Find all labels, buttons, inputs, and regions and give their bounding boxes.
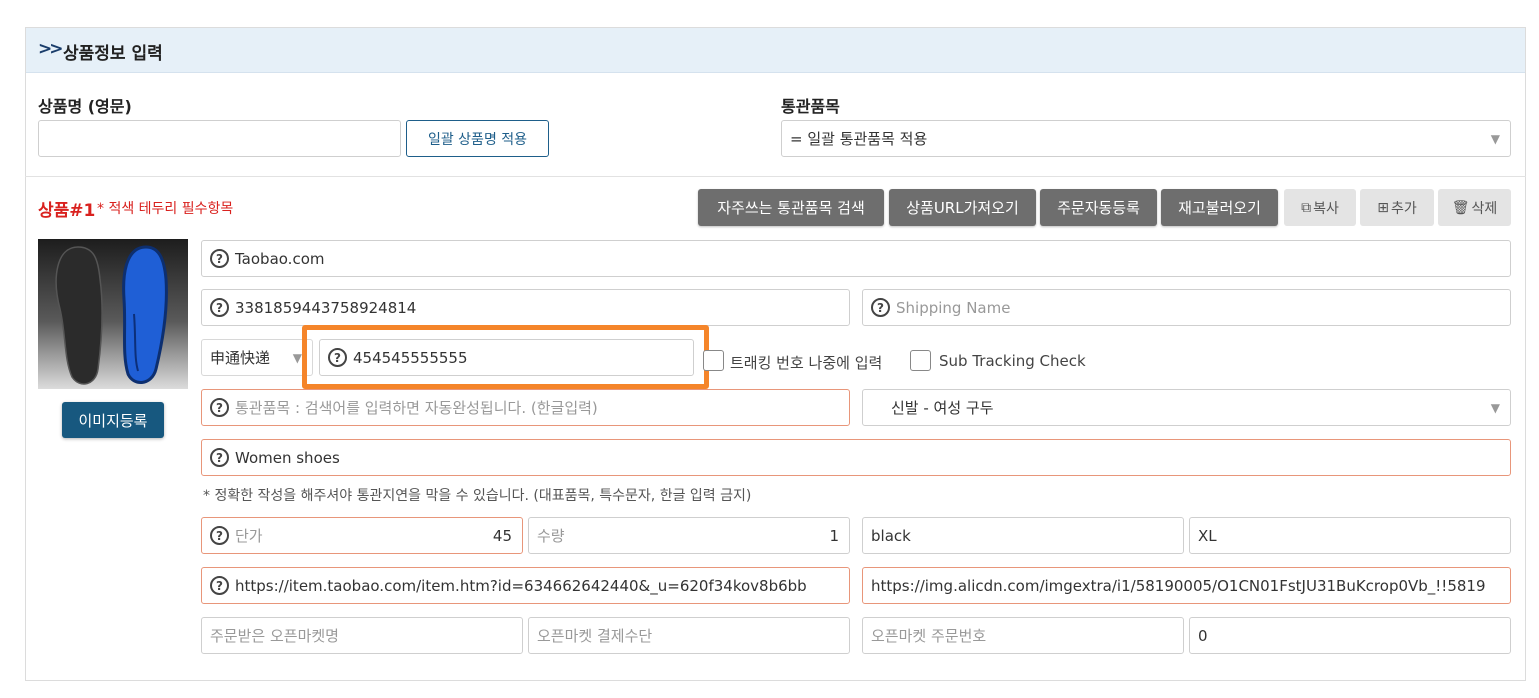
insole-image (55, 245, 168, 385)
courier-select[interactable]: 申通快递 ▼ (201, 339, 313, 376)
color-input[interactable]: black (862, 517, 1184, 554)
help-icon: ? (210, 398, 229, 417)
tracking-highlight-box (302, 325, 709, 389)
warning-note: * 정확한 작성을 해주셔야 통관지연을 막을 수 있습니다. (대표품목, 특… (203, 488, 752, 504)
customs-bulk-select-value: = 일괄 통관품목 적용 (790, 130, 928, 148)
panel-title: 상품정보 입력 (63, 44, 163, 64)
required-note: * 적색 테두리 필수항목 (97, 201, 234, 217)
search-customs-button[interactable]: 자주쓰는 통관품목 검색 (698, 189, 884, 226)
sub-tracking-label: Sub Tracking Check (939, 352, 1086, 370)
copy-icon: ⧉ (1301, 199, 1312, 216)
delete-label: 삭제 (1471, 200, 1498, 217)
order-number-input[interactable]: ? 3381859443758924814 (201, 289, 850, 326)
size-input[interactable]: XL (1189, 517, 1511, 554)
help-icon: ? (210, 249, 229, 268)
english-name-input[interactable]: ? Women shoes (201, 439, 1511, 476)
product-name-input[interactable] (38, 120, 401, 157)
product-name-label: 상품명 (영문) (38, 97, 132, 116)
help-icon: ? (210, 526, 229, 545)
tracking-later-checkbox[interactable] (703, 350, 724, 371)
sub-tracking-checkbox[interactable] (910, 350, 931, 371)
customs-label: 통관품목 (781, 97, 840, 116)
open-market-order-placeholder: 오픈마켓 주문번호 (871, 627, 987, 645)
image-register-button[interactable]: 이미지등록 (62, 402, 164, 438)
order-number-value: 3381859443758924814 (235, 298, 417, 317)
reload-stock-button[interactable]: 재고불러오기 (1161, 189, 1278, 226)
quantity-value: 1 (829, 527, 839, 545)
open-market-payment-input[interactable]: 오픈마켓 결제수단 (528, 617, 850, 654)
extra-value-input[interactable]: 0 (1189, 617, 1511, 654)
site-input[interactable]: ? Taobao.com (201, 240, 1511, 277)
customs-category-value: 신발 - 여성 구두 (891, 399, 994, 417)
add-button[interactable]: ⊞ 추가 (1360, 189, 1434, 226)
customs-category-select[interactable]: 신발 - 여성 구두 ▼ (862, 389, 1511, 426)
fetch-url-button[interactable]: 상품URL가져오기 (889, 189, 1036, 226)
trash-icon: 🗑 (1451, 199, 1470, 216)
panel-header: >> 상품정보 입력 (26, 28, 1525, 73)
english-name-value: Women shoes (235, 448, 340, 467)
plus-square-icon: ⊞ (1377, 199, 1389, 216)
shipping-name-input[interactable]: ? Shipping Name (862, 289, 1511, 326)
quantity-input[interactable]: 수량 1 (528, 517, 850, 554)
courier-value: 申通快递 (210, 349, 271, 367)
shipping-name-placeholder: Shipping Name (896, 298, 1011, 317)
customs-item-placeholder: 통관품목 : 검색어를 입력하면 자동완성됩니다. (한글입력) (235, 399, 598, 417)
open-market-name-input[interactable]: 주문받은 오픈마켓명 (201, 617, 523, 654)
unit-price-label: 단가 (235, 527, 263, 545)
customs-item-input[interactable]: ? 통관품목 : 검색어를 입력하면 자동완성됩니다. (한글입력) (201, 389, 850, 426)
quantity-label: 수량 (537, 527, 565, 545)
help-icon: ? (210, 298, 229, 317)
unit-price-value: 45 (492, 527, 512, 545)
unit-price-input[interactable]: ? 단가 45 (201, 517, 523, 554)
product-url-input[interactable]: ? https://item.taobao.com/item.htm?id=63… (201, 567, 850, 604)
dropdown-caret-icon: ▼ (1490, 132, 1500, 146)
delete-button[interactable]: 🗑 삭제 (1438, 189, 1511, 226)
item-title: 상품#1 (38, 201, 96, 221)
help-icon: ? (210, 448, 229, 467)
copy-label: 복사 (1313, 200, 1339, 217)
open-market-name-placeholder: 주문받은 오픈마켓명 (210, 627, 339, 645)
double-chevron-right-icon: >> (38, 39, 63, 59)
apply-product-name-button[interactable]: 일괄 상품명 적용 (406, 120, 549, 157)
tracking-later-label: 트래킹 번호 나중에 입력 (730, 354, 883, 372)
customs-bulk-select[interactable]: = 일괄 통관품목 적용 ▼ (781, 120, 1511, 157)
auto-order-button[interactable]: 주문자동등록 (1040, 189, 1157, 226)
open-market-payment-placeholder: 오픈마켓 결제수단 (537, 627, 653, 645)
open-market-order-input[interactable]: 오픈마켓 주문번호 (862, 617, 1184, 654)
site-value: Taobao.com (235, 249, 325, 268)
dropdown-caret-icon: ▼ (292, 351, 302, 365)
help-icon: ? (871, 298, 890, 317)
section-divider (25, 176, 1526, 177)
product-url-value: https://item.taobao.com/item.htm?id=6346… (235, 576, 807, 595)
image-url-input[interactable]: https://img.alicdn.com/imgextra/i1/58190… (862, 567, 1511, 604)
add-label: 추가 (1390, 200, 1417, 217)
product-image (38, 239, 188, 389)
help-icon: ? (210, 576, 229, 595)
copy-button[interactable]: ⧉ 복사 (1284, 189, 1356, 226)
dropdown-caret-icon: ▼ (1490, 401, 1500, 415)
